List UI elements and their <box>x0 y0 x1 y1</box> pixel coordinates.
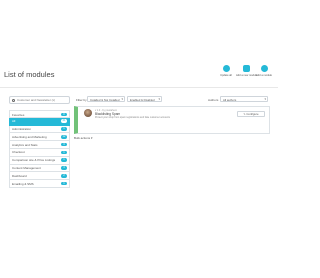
chevron-down-icon: ▾ <box>91 136 93 140</box>
category-count-badge: 4 <box>61 166 67 170</box>
module-description: Protect your shop from spam registration… <box>95 116 170 119</box>
category-item-all[interactable]: All 41 <box>9 117 70 126</box>
category-item-analytics-stats[interactable]: Analytics and Stats 3 <box>9 141 70 149</box>
installed-filter-value: Installed & Not Installed <box>90 97 120 102</box>
enabled-filter-select[interactable]: Enabled & Disabled <box>127 96 162 102</box>
category-label: Favorites <box>12 112 25 117</box>
category-count-badge: 1 <box>61 158 67 162</box>
add-module-label: Add a module <box>255 74 272 77</box>
category-count-badge: 0 <box>61 112 67 117</box>
installed-filter-select[interactable]: Installed & Not Installed <box>87 96 125 102</box>
bulk-actions-label: Bulk actions <box>74 136 91 140</box>
upload-icon <box>242 65 250 72</box>
enabled-filter-value: Enabled & Disabled <box>130 97 155 102</box>
module-logo <box>84 109 92 117</box>
category-item-content-management[interactable]: Content Management 4 <box>9 164 70 173</box>
category-count-badge: 1 <box>61 150 67 155</box>
authors-filter-select[interactable]: All authors <box>220 96 268 102</box>
category-label: Advertising and Marketing <box>12 134 47 139</box>
add-new-module-label: Add a new module <box>236 74 258 77</box>
add-new-module-button[interactable]: Add a new module <box>236 62 258 77</box>
configure-button[interactable]: Configure <box>237 111 265 117</box>
module-search-input[interactable]: Customer and Newsletter (x) <box>9 96 70 104</box>
category-count-badge: 1 <box>61 181 67 186</box>
category-label: All <box>12 119 16 124</box>
configure-label: Configure <box>246 112 259 116</box>
category-item-favorites[interactable]: Favorites 0 <box>9 110 70 118</box>
module-search-text: Customer and Newsletter (x) <box>17 98 56 102</box>
category-item-emailing-sms[interactable]: Emailing & SMS 1 <box>9 180 70 188</box>
page: List of modules Update all Add a new mod… <box>0 0 278 278</box>
module-row: v 1.0 - by prestahero Blacklisting Spam … <box>74 106 270 134</box>
category-label: Dashboard <box>12 173 27 178</box>
category-sidebar: Customer and Newsletter (x) Favorites 0 … <box>9 96 70 188</box>
category-label: Emailing & SMS <box>12 181 34 186</box>
refresh-icon <box>222 65 230 72</box>
add-module-button[interactable]: Add a module <box>254 62 274 77</box>
category-label: Administration <box>12 127 32 132</box>
category-count-badge: 2 <box>61 173 67 178</box>
bulk-actions-dropdown[interactable]: Bulk actions ▾ <box>74 136 93 140</box>
search-icon <box>12 99 15 102</box>
plus-icon <box>260 65 268 72</box>
category-label: Analytics and Stats <box>12 142 38 147</box>
page-header: List of modules Update all Add a new mod… <box>0 58 278 88</box>
page-title: List of modules <box>4 70 55 79</box>
category-label: Checkout <box>12 150 25 155</box>
category-item-checkout[interactable]: Checkout 1 <box>9 148 70 157</box>
category-item-comparison-price[interactable]: Comparison site & Price Listings 1 <box>9 156 70 165</box>
category-count-badge: 1 <box>61 127 67 131</box>
category-label: Content Management <box>12 166 41 171</box>
authors-label: Authors <box>208 98 219 102</box>
category-count-badge: 41 <box>61 119 67 123</box>
category-item-administration[interactable]: Administration 1 <box>9 125 70 134</box>
category-item-advertising-marketing[interactable]: Advertising and Marketing 12 <box>9 133 70 142</box>
update-all-label: Update all <box>220 74 232 77</box>
category-list: Favorites 0 All 41 Administration 1 Adve… <box>9 110 70 188</box>
update-all-button[interactable]: Update all <box>216 62 236 77</box>
filter-bar: Filter by Installed & Not Installed Enab… <box>74 96 270 105</box>
category-count-badge: 12 <box>61 134 67 139</box>
category-label: Comparison site & Price Listings <box>12 158 56 163</box>
authors-filter-value: All authors <box>223 97 237 102</box>
filter-by-label: Filter by <box>76 98 87 102</box>
category-item-dashboard[interactable]: Dashboard 2 <box>9 172 70 181</box>
category-count-badge: 3 <box>61 142 67 147</box>
module-list-area: Filter by Installed & Not Installed Enab… <box>74 96 270 140</box>
